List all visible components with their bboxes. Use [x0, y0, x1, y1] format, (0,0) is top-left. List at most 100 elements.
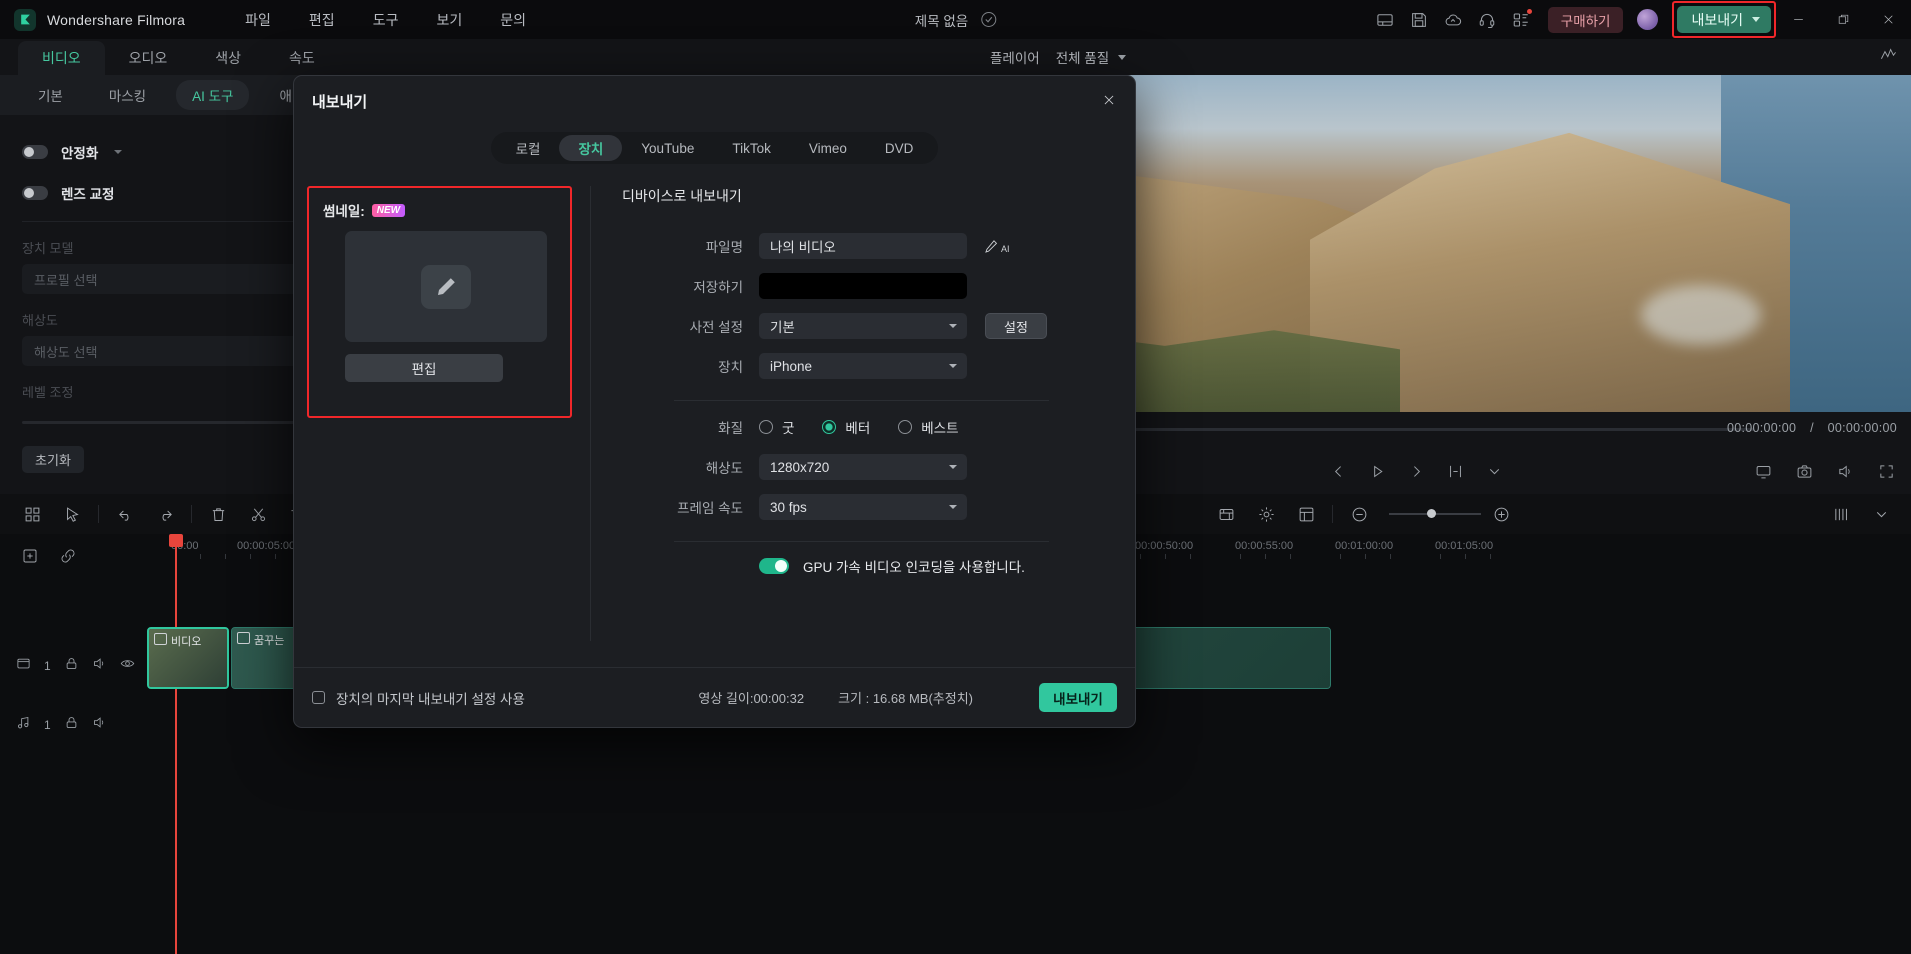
resolution-select[interactable]: 1280x720	[759, 454, 967, 480]
link-clips-icon[interactable]	[60, 548, 76, 569]
play-icon[interactable]	[1369, 463, 1386, 485]
last-settings-label: 장치의 마지막 내보내기 설정 사용	[336, 691, 525, 707]
ai-pen-icon[interactable]: AI	[983, 238, 1010, 255]
tab-dvd[interactable]: DVD	[866, 135, 933, 161]
pencil-edit-icon	[421, 264, 471, 309]
menu-item-file[interactable]: 파일	[245, 10, 271, 30]
close-icon[interactable]	[1866, 0, 1911, 39]
tab-youtube[interactable]: YouTube	[622, 135, 713, 161]
quality-option-label: 베터	[845, 421, 871, 436]
reset-button[interactable]: 초기화	[22, 446, 84, 473]
device-value: iPhone	[770, 358, 813, 374]
menu-item-edit[interactable]: 편집	[309, 10, 335, 30]
app-title: Wondershare Filmora	[47, 11, 186, 28]
layout-icon[interactable]	[1368, 0, 1402, 39]
markers-icon[interactable]	[1206, 494, 1246, 534]
quality-option-better[interactable]: 베터	[822, 417, 870, 437]
menu-item-view[interactable]: 보기	[436, 10, 462, 30]
audio-track-icon	[16, 715, 31, 735]
ruler-label: 00:00:05:00	[237, 540, 296, 552]
zoom-slider-knob[interactable]	[1427, 509, 1436, 518]
device-row: 장치 iPhone	[619, 346, 1135, 386]
size-text: 크기 : 16.68 MB(추정치)	[838, 691, 973, 706]
chevron-down-icon[interactable]	[114, 149, 123, 154]
zoom-in-icon[interactable]	[1481, 494, 1521, 534]
volume-icon[interactable]	[1837, 463, 1854, 485]
split-scissors-icon[interactable]	[238, 494, 278, 534]
tab-speed[interactable]: 속도	[265, 41, 339, 75]
headset-support-icon[interactable]	[1470, 0, 1504, 39]
cloud-upload-icon[interactable]	[1436, 0, 1470, 39]
subtab-basic[interactable]: 기본	[22, 80, 79, 110]
render-preview-icon[interactable]	[1821, 494, 1861, 534]
apps-grid-icon[interactable]	[1504, 0, 1538, 39]
device-select[interactable]: iPhone	[759, 353, 967, 379]
zoom-out-icon[interactable]	[1339, 494, 1379, 534]
tab-tiktok[interactable]: TikTok	[713, 135, 790, 161]
avatar[interactable]	[1637, 9, 1659, 30]
savepath-label: 저장하기	[693, 280, 743, 295]
redo-icon[interactable]	[145, 494, 185, 534]
player-quality-select[interactable]: 전체 품질	[1056, 47, 1127, 67]
tab-vimeo[interactable]: Vimeo	[790, 135, 866, 161]
media-grid-icon[interactable]	[12, 494, 52, 534]
tab-audio[interactable]: 오디오	[105, 41, 192, 75]
chevron-down-icon[interactable]	[1861, 494, 1901, 534]
ruler-label: 00:00:50:00	[1135, 540, 1194, 552]
next-frame-icon[interactable]	[1408, 463, 1425, 485]
timeline-zoom-slider[interactable]	[1389, 509, 1481, 518]
tab-device[interactable]: 장치	[559, 135, 623, 161]
waveform-monitor-icon[interactable]	[1880, 46, 1897, 68]
mute-icon[interactable]	[92, 656, 107, 676]
snapshot-icon[interactable]	[1796, 463, 1813, 485]
lock-icon[interactable]	[64, 715, 79, 735]
subtab-ai-tools[interactable]: AI 도구	[176, 80, 250, 110]
add-marker-icon[interactable]	[22, 548, 38, 569]
thumbnail-edit-button[interactable]: 편집	[345, 354, 503, 382]
restore-icon[interactable]	[1821, 0, 1866, 39]
quality-option-best[interactable]: 베스트	[898, 417, 959, 437]
minimize-icon[interactable]	[1776, 0, 1821, 39]
lock-icon[interactable]	[64, 656, 79, 676]
framerate-row: 프레임 속도 30 fps	[619, 487, 1135, 527]
add-track-icon[interactable]	[1286, 494, 1326, 534]
savepath-input[interactable]	[759, 273, 967, 299]
framerate-select[interactable]: 30 fps	[759, 494, 967, 520]
dialog-tabs: 로컬 장치 YouTube TikTok Vimeo DVD	[490, 132, 939, 164]
cast-screen-icon[interactable]	[1755, 463, 1772, 485]
delete-icon[interactable]	[198, 494, 238, 534]
mark-in-out-icon[interactable]	[1447, 463, 1464, 485]
preset-select[interactable]: 기본	[759, 313, 967, 339]
mute-icon[interactable]	[92, 715, 107, 735]
savepath-row: 저장하기	[619, 266, 1135, 306]
tab-color[interactable]: 색상	[191, 41, 265, 75]
visibility-icon[interactable]	[120, 656, 135, 676]
previous-frame-icon[interactable]	[1330, 463, 1347, 485]
tab-video[interactable]: 비디오	[18, 41, 105, 75]
quality-option-good[interactable]: 굿	[759, 417, 794, 437]
subtab-masking[interactable]: 마스킹	[93, 80, 162, 110]
thumbnail-preview[interactable]	[345, 231, 547, 342]
export-button[interactable]: 내보내기	[1677, 6, 1771, 33]
lens-correction-toggle[interactable]	[22, 185, 48, 200]
fullscreen-icon[interactable]	[1878, 463, 1895, 485]
filename-input[interactable]: 나의 비디오	[759, 233, 967, 259]
select-cursor-icon[interactable]	[52, 494, 92, 534]
undo-icon[interactable]	[105, 494, 145, 534]
color-match-icon[interactable]	[1246, 494, 1286, 534]
menu-item-help[interactable]: 문의	[500, 10, 526, 30]
table-row[interactable]: 비디오	[147, 627, 229, 689]
chevron-down-icon[interactable]	[1486, 463, 1503, 485]
gpu-acceleration-toggle[interactable]	[759, 558, 789, 574]
last-settings-checkbox[interactable]	[312, 691, 325, 704]
chevron-down-icon	[949, 364, 957, 368]
stabilization-toggle[interactable]	[22, 144, 48, 159]
notification-dot	[1526, 9, 1532, 14]
tab-local[interactable]: 로컬	[497, 135, 560, 161]
save-icon[interactable]	[1402, 0, 1436, 39]
preset-setting-button[interactable]: 설정	[985, 313, 1047, 339]
dialog-export-button[interactable]: 내보내기	[1039, 683, 1117, 712]
buy-button[interactable]: 구매하기	[1547, 6, 1624, 33]
close-icon[interactable]	[1095, 86, 1123, 114]
menu-item-tools[interactable]: 도구	[373, 10, 399, 30]
